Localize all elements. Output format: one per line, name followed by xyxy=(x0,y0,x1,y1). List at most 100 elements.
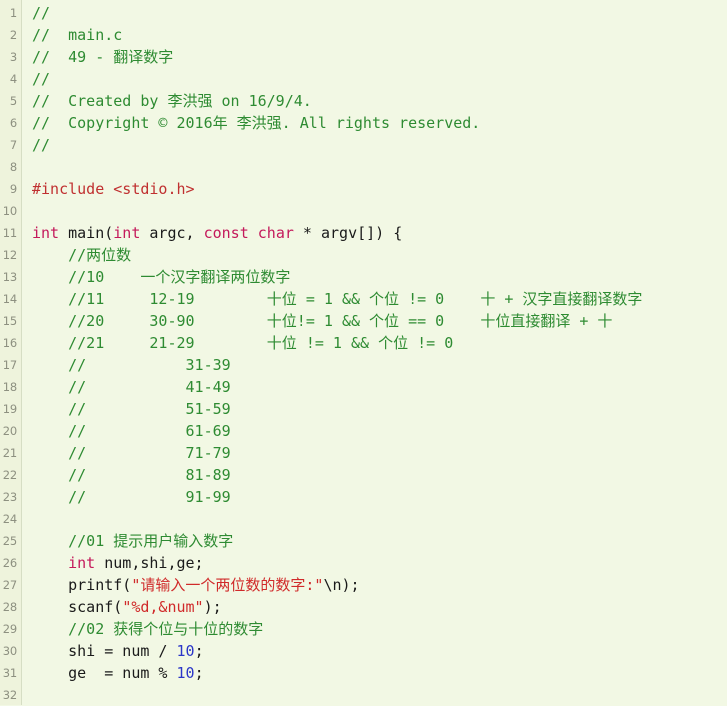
line-number-gutter: 1 2 3 4 5 6 7 8 9 10 11 12 13 14 15 16 17 18 19 20 21 22 23 24 2… xyxy=(0,0,22,705)
code-token-cmt: // 81-89 xyxy=(32,466,231,484)
code-token-kw: const xyxy=(203,224,249,242)
code-token-cmt: // 71-79 xyxy=(32,444,231,462)
code-token-plain: main( xyxy=(59,224,114,242)
code-line[interactable]: // Copyright © 2016年 李洪强. All rights res… xyxy=(32,112,727,134)
code-line[interactable]: // 31-39 xyxy=(32,354,727,376)
code-token-cmt: // xyxy=(32,70,51,88)
code-token-cmt: //01 提示用户输入数字 xyxy=(32,532,234,550)
code-line[interactable]: // xyxy=(32,2,727,24)
code-line[interactable]: // xyxy=(32,68,727,90)
line-number: 32 xyxy=(2,688,17,702)
line-number: 7 xyxy=(9,138,17,152)
code-line[interactable]: // main.c xyxy=(32,24,727,46)
code-token-plain: printf( xyxy=(32,576,132,594)
code-token-cmt: //10 一个汉字翻译两位数字 xyxy=(32,268,291,286)
code-line[interactable]: //01 提示用户输入数字 xyxy=(32,530,727,552)
code-token-cmt: // 49 - 翻译数字 xyxy=(32,48,174,66)
line-number: 3 xyxy=(9,50,17,64)
code-token-plain: shi = num / xyxy=(32,642,177,660)
code-line[interactable]: //两位数 xyxy=(32,244,727,266)
code-token-kw: int xyxy=(68,554,96,572)
code-token-cmt: // 51-59 xyxy=(32,400,231,418)
line-number: 16 xyxy=(2,336,17,350)
line-number: 6 xyxy=(9,116,17,130)
code-line[interactable]: // 91-99 xyxy=(32,486,727,508)
code-token-cmt: //11 12-19 十位 = 1 && 个位 != 0 十 + 汉字直接翻译数… xyxy=(32,290,643,308)
code-token-kw: int xyxy=(32,224,60,242)
code-token-pre: #include xyxy=(32,180,114,198)
code-line[interactable]: printf("请输入一个两位数的数字:"\n); xyxy=(32,574,727,596)
line-number: 21 xyxy=(2,446,17,460)
code-token-plain: ge = num % xyxy=(32,664,177,682)
code-token-cmt: // 91-99 xyxy=(32,488,231,506)
code-editor[interactable]: 1 2 3 4 5 6 7 8 9 10 11 12 13 14 15 16 17 18 19 20 21 22 23 24 2… xyxy=(0,0,727,705)
line-number: 26 xyxy=(2,556,17,570)
line-number: 17 xyxy=(2,358,17,372)
code-content-area[interactable]: // // main.c // 49 - 翻译数字 // // Created by 李… xyxy=(22,0,727,705)
code-line[interactable]: //21 21-29 十位 != 1 && 个位 != 0 xyxy=(32,332,727,354)
code-line[interactable] xyxy=(32,508,727,530)
code-token-plain: ; xyxy=(194,642,204,660)
line-number: 8 xyxy=(9,160,17,174)
code-token-plain: ); xyxy=(203,598,222,616)
code-token-plain: scanf( xyxy=(32,598,123,616)
code-line[interactable]: // 71-79 xyxy=(32,442,727,464)
code-line[interactable]: //10 一个汉字翻译两位数字 xyxy=(32,266,727,288)
code-line[interactable]: // 51-59 xyxy=(32,398,727,420)
line-number: 4 xyxy=(9,72,17,86)
line-number: 10 xyxy=(2,204,17,218)
line-number: 31 xyxy=(2,666,17,680)
code-line[interactable]: // 61-69 xyxy=(32,420,727,442)
line-number: 23 xyxy=(2,490,17,504)
code-line[interactable]: //02 获得个位与十位的数字 xyxy=(32,618,727,640)
code-line[interactable]: //11 12-19 十位 = 1 && 个位 != 0 十 + 汉字直接翻译数… xyxy=(32,288,727,310)
code-line[interactable]: int num,shi,ge; xyxy=(32,552,727,574)
code-token-cmt: // xyxy=(32,4,51,22)
code-line[interactable] xyxy=(32,684,727,706)
code-line[interactable]: // xyxy=(32,134,727,156)
code-token-plain: num,shi,ge; xyxy=(95,554,204,572)
code-token-cmt: // Copyright © 2016年 李洪强. All rights res… xyxy=(32,114,481,132)
code-token-str: "请输入一个两位数的数字:" xyxy=(131,576,324,594)
code-line[interactable]: //20 30-90 十位!= 1 && 个位 == 0 十位直接翻译 + 十 xyxy=(32,310,727,332)
code-line[interactable]: ge = num % 10; xyxy=(32,662,727,684)
code-token-cmt: // 31-39 xyxy=(32,356,231,374)
code-token-cmt: // 61-69 xyxy=(32,422,231,440)
code-token-cmt: //两位数 xyxy=(32,246,132,264)
code-line[interactable]: // Created by 李洪强 on 16/9/4. xyxy=(32,90,727,112)
line-number: 20 xyxy=(2,424,17,438)
code-token-cmt: //20 30-90 十位!= 1 && 个位 == 0 十位直接翻译 + 十 xyxy=(32,312,613,330)
line-number: 19 xyxy=(2,402,17,416)
code-token-str: "%d,&num" xyxy=(122,598,204,616)
line-number: 14 xyxy=(2,292,17,306)
code-token-num: 10 xyxy=(176,642,195,660)
line-number: 9 xyxy=(9,182,17,196)
code-token-plain: ; xyxy=(194,664,204,682)
code-line[interactable]: // 41-49 xyxy=(32,376,727,398)
code-token-cmt: //21 21-29 十位 != 1 && 个位 != 0 xyxy=(32,334,454,352)
code-token-cmt: // xyxy=(32,136,51,154)
line-number: 12 xyxy=(2,248,17,262)
code-token-cmt: //02 获得个位与十位的数字 xyxy=(32,620,264,638)
line-number: 27 xyxy=(2,578,17,592)
code-line[interactable]: scanf("%d,&num"); xyxy=(32,596,727,618)
line-number: 24 xyxy=(2,512,17,526)
code-line[interactable]: shi = num / 10; xyxy=(32,640,727,662)
code-line[interactable] xyxy=(32,200,727,222)
code-token-kw: char xyxy=(257,224,294,242)
line-number: 18 xyxy=(2,380,17,394)
code-line[interactable] xyxy=(32,156,727,178)
code-token-plain: * argv[]) { xyxy=(293,224,403,242)
code-token-num: 10 xyxy=(176,664,195,682)
line-number: 11 xyxy=(2,226,17,240)
code-line[interactable]: // 81-89 xyxy=(32,464,727,486)
code-token-kw: int xyxy=(113,224,141,242)
line-number: 22 xyxy=(2,468,17,482)
code-token-plain: argc, xyxy=(140,224,204,242)
code-line[interactable]: // 49 - 翻译数字 xyxy=(32,46,727,68)
code-line[interactable]: #include <stdio.h> xyxy=(32,178,727,200)
code-token-cmt: // 41-49 xyxy=(32,378,231,396)
code-line[interactable]: int main(int argc, const char * argv[]) … xyxy=(32,222,727,244)
code-token-cmt: // main.c xyxy=(32,26,123,44)
